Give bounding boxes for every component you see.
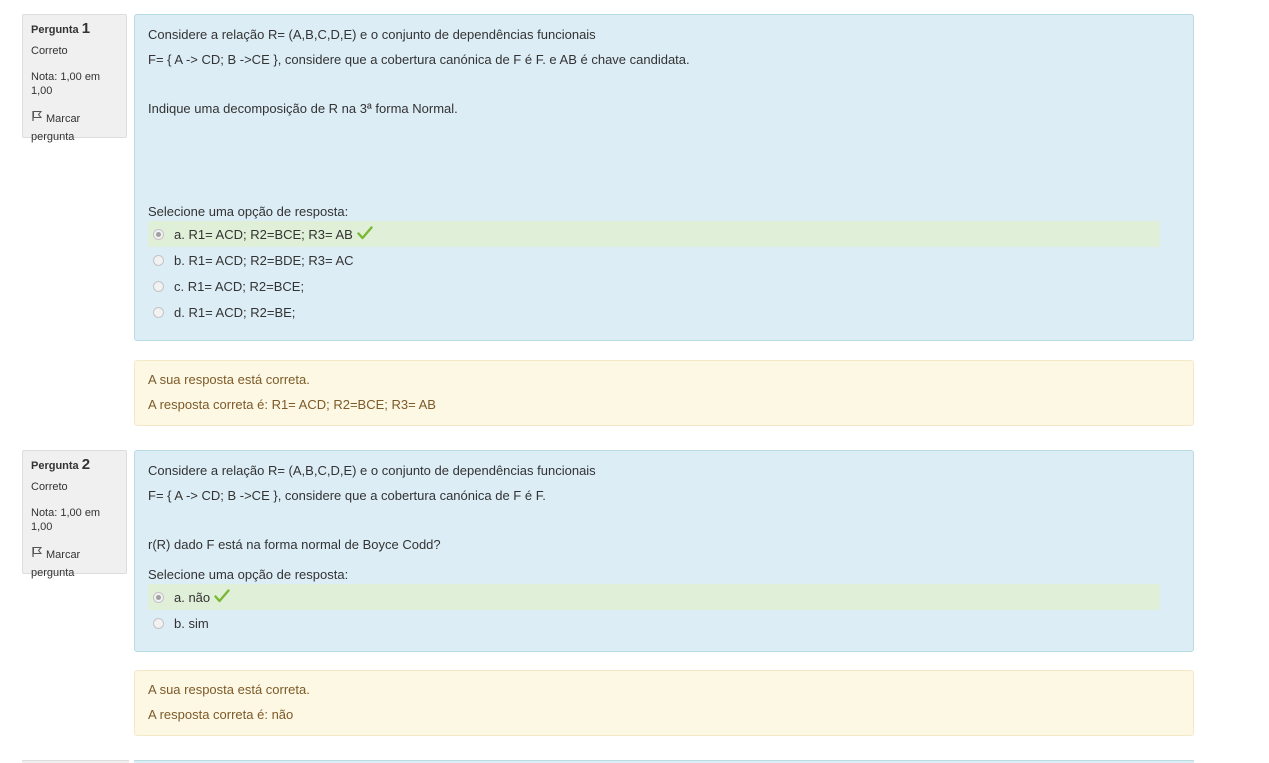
question-text-line: Considere a relação R= (A,B,C,D,E) e o c… bbox=[148, 463, 596, 478]
question-label: Pergunta bbox=[31, 24, 79, 36]
radio-icon[interactable] bbox=[153, 591, 164, 603]
answer-option-label: a. R1= ACD; R2=BCE; R3= AB bbox=[174, 226, 353, 242]
answer-options: a. R1= ACD; R2=BCE; R3= AB b. R1= ACD; R… bbox=[148, 221, 1180, 325]
question-state: Correto bbox=[31, 481, 68, 493]
question-label: Pergunta bbox=[31, 460, 79, 472]
question-title: Pergunta 1 bbox=[31, 21, 118, 38]
radio-icon[interactable] bbox=[153, 228, 164, 240]
answer-option[interactable]: a. R1= ACD; R2=BCE; R3= AB bbox=[148, 221, 1160, 247]
feedback-status: A sua resposta está correta. bbox=[148, 682, 310, 697]
flag-label-line2: pergunta bbox=[31, 567, 75, 580]
question-text-line: F= { A -> CD; B ->CE }, considere que a … bbox=[148, 488, 546, 503]
radio-icon[interactable] bbox=[153, 617, 164, 629]
answer-option[interactable]: a. não bbox=[148, 584, 1160, 610]
question-text-line: F= { A -> CD; B ->CE }, considere que a … bbox=[148, 52, 690, 67]
answer-prompt: Selecione uma opção de resposta: bbox=[148, 567, 349, 582]
answer-option-label: b. sim bbox=[174, 615, 209, 631]
answer-options: a. não b. sim bbox=[148, 584, 1180, 636]
question-number: 1 bbox=[81, 20, 91, 37]
question-content-2: Considere a relação R= (A,B,C,D,E) e o c… bbox=[134, 450, 1194, 652]
question-text: Considere a relação R= (A,B,C,D,E) e o c… bbox=[148, 22, 1180, 121]
question-text: Considere a relação R= (A,B,C,D,E) e o c… bbox=[148, 458, 1180, 557]
question-text-line: r(R) dado F está na forma normal de Boyc… bbox=[148, 537, 441, 552]
question-number: 2 bbox=[81, 456, 91, 473]
question-grade: Nota: 1,00 em 1,00 bbox=[31, 507, 101, 533]
question-info-2: Pergunta 2 Correto Nota: 1,00 em 1,00 Ma… bbox=[22, 450, 127, 579]
question-text-line: Considere a relação R= (A,B,C,D,E) e o c… bbox=[148, 27, 596, 42]
flag-label-line2: pergunta bbox=[31, 131, 75, 144]
radio-icon[interactable] bbox=[153, 280, 164, 292]
feedback-right-answer: A resposta correta é: não bbox=[148, 707, 294, 722]
feedback-right-answer: A resposta correta é: R1= ACD; R2=BCE; R… bbox=[148, 397, 436, 412]
feedback-1: A sua resposta está correta. A resposta … bbox=[134, 360, 1194, 426]
answer-option[interactable]: b. sim bbox=[148, 610, 1160, 636]
flag-label-line1: Marcar bbox=[46, 549, 81, 561]
answer-option-label: d. R1= ACD; R2=BE; bbox=[174, 304, 296, 320]
flag-label-line1: Marcar bbox=[46, 113, 81, 125]
flag-icon bbox=[31, 546, 43, 564]
flag-icon bbox=[31, 110, 43, 128]
answer-option-label: b. R1= ACD; R2=BDE; R3= AC bbox=[174, 252, 354, 268]
question-grade: Nota: 1,00 em 1,00 bbox=[31, 71, 101, 97]
check-icon bbox=[214, 588, 230, 606]
answer-option[interactable]: c. R1= ACD; R2=BCE; bbox=[148, 273, 1160, 299]
feedback-status: A sua resposta está correta. bbox=[148, 372, 310, 387]
answer-prompt: Selecione uma opção de resposta: bbox=[148, 204, 349, 219]
question-state: Correto bbox=[31, 45, 68, 57]
question-info-1: Pergunta 1 Correto Nota: 1,00 em 1,00 Ma… bbox=[22, 14, 127, 143]
flag-question-link[interactable]: Marcar pergunta bbox=[31, 546, 118, 582]
answer-option[interactable]: d. R1= ACD; R2=BE; bbox=[148, 299, 1160, 325]
check-icon bbox=[357, 225, 373, 243]
radio-icon[interactable] bbox=[153, 254, 164, 266]
question-text-line: Indique uma decomposição de R na 3ª form… bbox=[148, 101, 458, 116]
question-title: Pergunta 2 bbox=[31, 457, 118, 474]
answer-option[interactable]: b. R1= ACD; R2=BDE; R3= AC bbox=[148, 247, 1160, 273]
feedback-2: A sua resposta está correta. A resposta … bbox=[134, 670, 1194, 736]
radio-icon[interactable] bbox=[153, 306, 164, 318]
flag-question-link[interactable]: Marcar pergunta bbox=[31, 110, 118, 146]
question-content-1: Considere a relação R= (A,B,C,D,E) e o c… bbox=[134, 14, 1194, 341]
answer-option-label: a. não bbox=[174, 589, 211, 605]
answer-option-label: c. R1= ACD; R2=BCE; bbox=[174, 278, 305, 294]
